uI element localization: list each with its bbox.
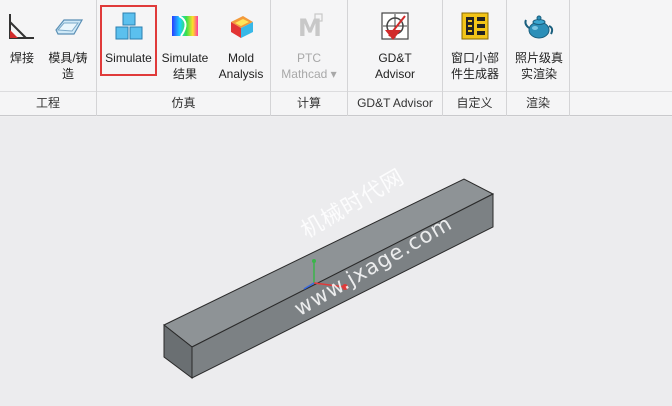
mathcad-label-2: Mathcad ▾ <box>281 67 337 81</box>
mold-analysis-label-2: Analysis <box>218 67 264 81</box>
group-label-calculation: 计算 <box>296 96 321 110</box>
group-label-render: 渲染 <box>525 96 550 110</box>
simulate-label: Simulate <box>105 51 152 65</box>
gdt-label-2: Advisor <box>374 67 415 81</box>
teapot-icon <box>524 15 554 39</box>
mold-icon <box>55 19 84 35</box>
simulate-results-button[interactable]: Simulate 结果 <box>159 6 211 88</box>
simulate-results-icon <box>172 15 198 37</box>
gdt-advisor-button[interactable]: GD&T Advisor <box>368 6 422 88</box>
simulate-icon <box>115 12 142 40</box>
photo-render-button[interactable]: 照片级真 实渲染 <box>511 6 567 88</box>
simulate-results-label-2: 结果 <box>172 67 197 81</box>
group-gdt-advisor: GD&T Advisor GD&T Advisor <box>348 0 443 116</box>
group-label-custom: 自定义 <box>456 96 493 110</box>
widget-label-1: 窗口小部 <box>450 51 499 65</box>
simulate-results-label-1: Simulate <box>161 51 209 65</box>
graphics-viewport[interactable]: 机械时代网 www.jxage.com <box>0 117 672 406</box>
mold-analysis-icon <box>231 16 253 38</box>
gdt-icon <box>381 12 409 40</box>
group-custom: 窗口小部 件生成器 自定义 <box>443 0 507 116</box>
model-canvas <box>163 178 495 379</box>
group-label-gdt: GD&T Advisor <box>357 96 433 110</box>
svg-text:M: M <box>298 14 322 42</box>
group-engineering: 焊接 模具/铸 造 工程 <box>0 0 97 116</box>
mold-label-1: 模具/铸 <box>48 51 88 65</box>
group-simulation: Simulate Simulate 结果 Mold Analysis 仿真 <box>97 0 271 116</box>
group-calculation: M PTC Mathcad ▾ 计算 <box>271 0 348 116</box>
widget-generator-icon <box>461 12 489 40</box>
group-label-simulation: 仿真 <box>171 96 196 110</box>
weld-button[interactable]: 焊接 <box>4 6 40 88</box>
simulate-button[interactable]: Simulate <box>100 5 157 76</box>
group-render: 照片级真 实渲染 渲染 <box>507 0 570 116</box>
mold-label-2: 造 <box>61 67 74 81</box>
gdt-label-1: GD&T <box>378 51 412 65</box>
weld-icon <box>9 14 34 39</box>
widget-generator-button[interactable]: 窗口小部 件生成器 <box>448 6 502 88</box>
render-label-2: 实渲染 <box>520 67 557 81</box>
ribbon-toolbar: 焊接 模具/铸 造 工程 Simulate Simulate 结果 Mold A… <box>0 0 672 116</box>
ptc-mathcad-button[interactable]: M PTC Mathcad ▾ <box>276 6 342 88</box>
mathcad-icon: M <box>298 13 323 42</box>
weld-label: 焊接 <box>9 51 34 65</box>
widget-label-2: 件生成器 <box>450 67 499 81</box>
mold-casting-button[interactable]: 模具/铸 造 <box>44 6 92 88</box>
group-label-engineering: 工程 <box>35 96 60 110</box>
mold-analysis-button[interactable]: Mold Analysis <box>213 6 269 88</box>
render-label-1: 照片级真 <box>514 51 563 65</box>
mold-analysis-label-1: Mold <box>227 51 254 65</box>
mathcad-label-1: PTC <box>297 51 321 65</box>
